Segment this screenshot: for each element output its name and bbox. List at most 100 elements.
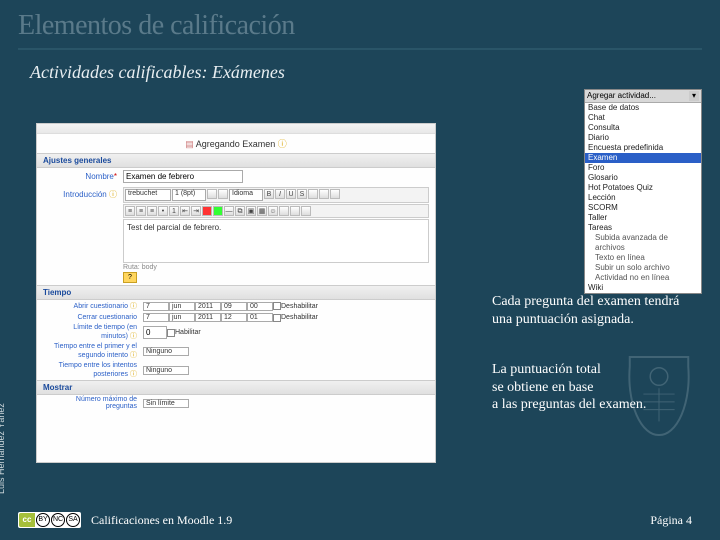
cc-sa-icon: SA: [66, 513, 80, 527]
activity-item[interactable]: Lección: [585, 193, 701, 203]
bold-icon[interactable]: B: [264, 189, 274, 199]
indent-icon[interactable]: ⇥: [191, 206, 201, 216]
activity-item[interactable]: Diario: [585, 133, 701, 143]
activity-dropdown[interactable]: Agregar actividad... ▾ Base de datosChat…: [584, 89, 702, 294]
delay2-label: Tiempo entre los intentos posterioresⓘ: [43, 362, 143, 379]
activity-item[interactable]: Actividad no en línea: [585, 273, 701, 283]
editor-toolbar-2[interactable]: ≡ ≡ ≡ • 1 ⇤ ⇥ — ⧉ ▣ ▦ ☺: [123, 204, 429, 218]
subtitle: Actividades calificables: Exámenes: [0, 50, 720, 83]
editor-toolbar[interactable]: trebuchet 1 (8pt) Idioma B I U S: [123, 187, 429, 203]
help-icon: ⓘ: [130, 333, 137, 340]
color-icon[interactable]: [213, 206, 223, 216]
day-select[interactable]: 7: [143, 313, 169, 322]
toolbar-btn[interactable]: [290, 206, 300, 216]
activity-item[interactable]: Consulta: [585, 123, 701, 133]
limit-input[interactable]: [143, 326, 167, 339]
table-icon[interactable]: ▦: [257, 206, 267, 216]
toolbar-btn[interactable]: [308, 189, 318, 199]
activity-item[interactable]: Base de datos: [585, 103, 701, 113]
toolbar-btn[interactable]: [218, 189, 228, 199]
activity-select[interactable]: Agregar actividad... ▾: [585, 90, 701, 103]
link-icon[interactable]: ⧉: [235, 206, 245, 216]
list-icon[interactable]: 1: [169, 206, 179, 216]
disable-label: Deshabilitar: [281, 314, 318, 321]
activity-item[interactable]: Encuesta predefinida: [585, 143, 701, 153]
delay2-select[interactable]: Ninguno: [143, 366, 189, 375]
min-select[interactable]: 00: [247, 302, 273, 311]
cc-nc-icon: NC: [51, 513, 65, 527]
breadcrumb: [37, 124, 435, 134]
cc-by-icon: BY: [36, 513, 50, 527]
align-left-icon[interactable]: ≡: [125, 206, 135, 216]
close-label: Cerrar cuestionario: [43, 314, 143, 321]
activity-item[interactable]: Examen: [585, 153, 701, 163]
name-label: Nombre: [43, 170, 123, 181]
list-icon[interactable]: •: [158, 206, 168, 216]
help-icon: ⓘ: [130, 303, 137, 310]
open-label: Abrir cuestionarioⓘ: [43, 301, 143, 311]
doc-icon: ▤: [185, 139, 194, 149]
toolbar-btn[interactable]: [330, 189, 340, 199]
footer: cc BY NC SA Calificaciones en Moodle 1.9…: [0, 500, 720, 540]
hr-icon[interactable]: —: [224, 206, 234, 216]
intro-label: Introducción ⓘ: [43, 187, 123, 200]
activity-item[interactable]: Chat: [585, 113, 701, 123]
color-icon[interactable]: [202, 206, 212, 216]
day-select[interactable]: 7: [143, 302, 169, 311]
smile-icon[interactable]: ☺: [268, 206, 278, 216]
moodle-form-screenshot: ▤ Agregando Examen ⓘ Ajustes generales N…: [36, 123, 436, 463]
align-center-icon[interactable]: ≡: [136, 206, 146, 216]
min-select[interactable]: 01: [247, 313, 273, 322]
toolbar-btn[interactable]: [301, 206, 311, 216]
size-select[interactable]: 1 (8pt): [172, 189, 206, 201]
disable-checkbox[interactable]: [273, 302, 281, 310]
hour-select[interactable]: 09: [221, 302, 247, 311]
month-select[interactable]: jun: [169, 302, 195, 311]
toolbar-btn[interactable]: [207, 189, 217, 199]
page-title: Elementos de calificación: [18, 10, 702, 42]
path-label: Ruta:: [123, 264, 140, 271]
strike-icon[interactable]: S: [297, 189, 307, 199]
lang-select[interactable]: Idioma: [229, 189, 263, 201]
delay1-select[interactable]: Ninguno: [143, 347, 189, 356]
activity-item[interactable]: Wiki: [585, 283, 701, 293]
cc-logo-icon: cc: [19, 513, 35, 527]
font-select[interactable]: trebuchet: [125, 189, 171, 201]
hour-select[interactable]: 12: [221, 313, 247, 322]
name-input[interactable]: [123, 170, 243, 183]
activity-item[interactable]: Tareas: [585, 223, 701, 233]
align-right-icon[interactable]: ≡: [147, 206, 157, 216]
year-select[interactable]: 2011: [195, 302, 221, 311]
university-shield-watermark: [620, 351, 698, 441]
activity-item[interactable]: Hot Potatoes Quiz: [585, 183, 701, 193]
disable-label: Deshabilitar: [281, 303, 318, 310]
activity-item[interactable]: Subir un solo archivo: [585, 263, 701, 273]
activity-item[interactable]: Subida avanzada de archivos: [585, 233, 701, 253]
maxq-select[interactable]: Sin límite: [143, 399, 189, 408]
toolbar-btn[interactable]: [319, 189, 329, 199]
section-time: Tiempo: [37, 285, 435, 300]
cc-license-badge: cc BY NC SA: [18, 512, 81, 528]
enable-checkbox[interactable]: [167, 329, 175, 337]
year-select[interactable]: 2011: [195, 313, 221, 322]
underline-icon[interactable]: U: [286, 189, 296, 199]
disable-checkbox[interactable]: [273, 314, 281, 322]
activity-item[interactable]: Taller: [585, 213, 701, 223]
italic-icon[interactable]: I: [275, 189, 285, 199]
activity-item[interactable]: Texto en línea: [585, 253, 701, 263]
help-icon: ⓘ: [130, 371, 137, 378]
limit-label: Límite de tiempo (en minutos)ⓘ: [43, 324, 143, 341]
form-title: ▤ Agregando Examen ⓘ: [37, 134, 435, 153]
image-icon[interactable]: ▣: [246, 206, 256, 216]
month-select[interactable]: jun: [169, 313, 195, 322]
help-button[interactable]: ?: [123, 272, 137, 283]
footer-text: Calificaciones en Moodle 1.9: [91, 513, 650, 528]
section-general: Ajustes generales: [37, 153, 435, 168]
editor-area[interactable]: Test del parcial de febrero.: [123, 219, 429, 263]
activity-item[interactable]: Glosario: [585, 173, 701, 183]
indent-icon[interactable]: ⇤: [180, 206, 190, 216]
activity-selected: Agregar actividad...: [587, 91, 656, 101]
activity-item[interactable]: Foro: [585, 163, 701, 173]
activity-item[interactable]: SCORM: [585, 203, 701, 213]
toolbar-btn[interactable]: [279, 206, 289, 216]
